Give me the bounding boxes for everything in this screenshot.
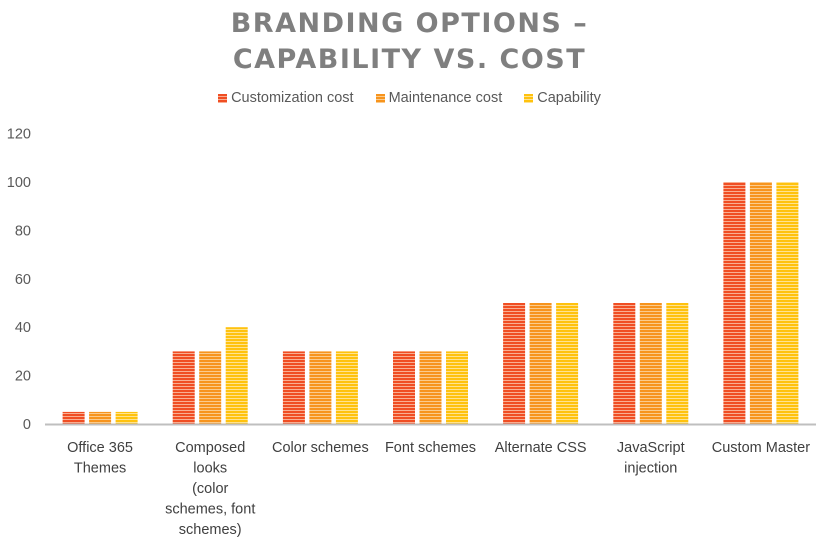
bar-customization-cost[interactable]: [282, 351, 305, 424]
x-tick-label: Alternate CSS: [495, 440, 587, 456]
bar-capability[interactable]: [115, 411, 138, 424]
bar-capability[interactable]: [666, 303, 689, 424]
y-tick-label: 0: [23, 417, 31, 433]
x-tick-label: Office 365 Themes: [67, 440, 133, 477]
bar-customization-cost[interactable]: [393, 351, 415, 424]
bar-maintenance-cost[interactable]: [749, 182, 772, 424]
bar-maintenance-cost[interactable]: [639, 303, 662, 424]
bar-maintenance-cost[interactable]: [529, 303, 552, 424]
bar-maintenance-cost[interactable]: [199, 351, 222, 424]
bar-capability[interactable]: [446, 351, 468, 424]
x-tick-label: Composed looks (color schemes, font schemes): [165, 440, 255, 538]
x-tick-label: Color schemes: [272, 440, 369, 456]
bar-customization-cost[interactable]: [613, 303, 636, 424]
y-tick-label: 80: [15, 223, 31, 239]
x-tick-label: Custom Master: [712, 440, 810, 456]
bar-customization-cost[interactable]: [723, 182, 746, 424]
bar-maintenance-cost[interactable]: [309, 351, 332, 424]
y-tick-label: 100: [7, 175, 31, 191]
bar-customization-cost[interactable]: [62, 411, 85, 424]
bar-customization-cost[interactable]: [503, 303, 526, 424]
bar-maintenance-cost[interactable]: [419, 351, 442, 424]
x-tick-label: Font schemes: [385, 440, 476, 456]
bar-capability[interactable]: [335, 351, 358, 424]
y-tick-label: 60: [15, 272, 31, 288]
x-tick-label: JavaScript injection: [617, 440, 685, 477]
bar-maintenance-cost[interactable]: [89, 411, 112, 424]
bar-capability[interactable]: [776, 182, 799, 424]
bar-capability[interactable]: [225, 327, 248, 424]
bar-customization-cost[interactable]: [172, 351, 195, 424]
y-tick-label: 20: [15, 369, 31, 385]
bar-capability[interactable]: [556, 303, 579, 424]
chart-plot: 0 20 40 60 80 100 120 Office 365 Themes Composed l…: [7, 127, 816, 538]
y-tick-label: 40: [15, 320, 31, 336]
y-tick-label: 120: [7, 127, 31, 143]
